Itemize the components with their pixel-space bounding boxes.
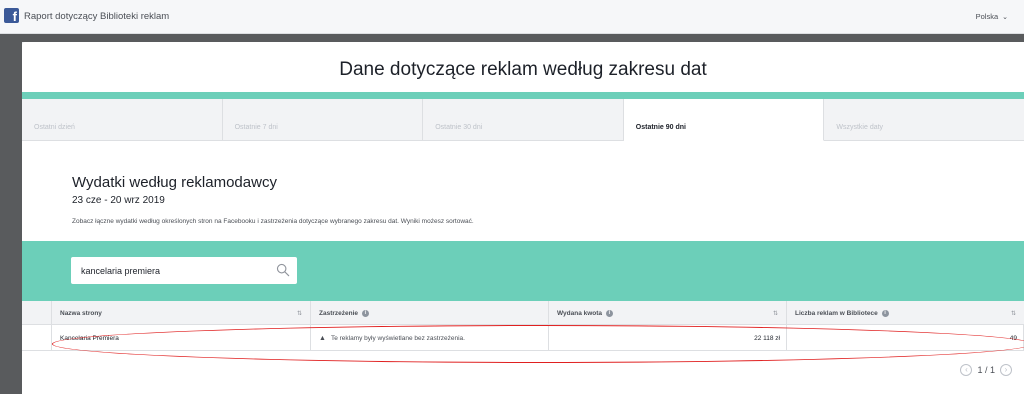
table-header: Nazwa strony ⇅ Zastrzeżenie i Wydana kwo… <box>22 301 1024 325</box>
page-indicator: 1 / 1 <box>977 365 995 375</box>
advertiser-spend-table: Nazwa strony ⇅ Zastrzeżenie i Wydana kwo… <box>22 301 1024 351</box>
report-card: Dane dotyczące reklam według zakresu dat… <box>22 42 1024 394</box>
prev-page-icon[interactable]: ‹ <box>960 364 973 376</box>
tab-last-30-days[interactable]: Ostatnie 30 dni <box>423 99 624 141</box>
pagination: ‹ 1 / 1 › <box>960 364 1012 376</box>
language-label: Polska <box>975 12 999 21</box>
date-range: 23 cze - 20 wrz 2019 <box>72 195 165 206</box>
column-header-label: Liczba reklam w Bibliotece <box>795 310 878 318</box>
app-title[interactable]: Raport dotyczący Biblioteki reklam <box>24 11 169 22</box>
date-range-tabs: Ostatni dzień Ostatnie 7 dni Ostatnie 30… <box>22 99 1024 141</box>
language-selector[interactable]: Polska ⌄ <box>976 12 1008 21</box>
backdrop-top <box>0 34 1024 42</box>
amount-cell: 22 118 zł <box>549 325 787 351</box>
accent-band <box>22 92 1024 99</box>
info-icon[interactable]: i <box>361 310 369 317</box>
table-header-spacer <box>22 301 52 325</box>
column-header-disclaimer[interactable]: Zastrzeżenie i <box>311 301 549 325</box>
table-row-spacer <box>22 325 52 351</box>
disclaimer-text: Te reklamy były wyświetlane bez zastrzeż… <box>330 335 465 342</box>
next-page-icon[interactable]: › <box>1000 364 1012 376</box>
info-icon[interactable]: i <box>881 310 889 317</box>
search-band <box>22 241 1024 301</box>
page-name-cell[interactable]: Kancelaria Premiera <box>52 325 311 351</box>
tab-last-7-days[interactable]: Ostatnie 7 dni <box>223 99 424 141</box>
sort-icon[interactable]: ⇅ <box>773 310 778 317</box>
column-header-label: Wydana kwota <box>557 310 603 318</box>
column-header-label: Zastrzeżenie <box>319 310 359 318</box>
sort-icon[interactable]: ⇅ <box>297 310 302 317</box>
facebook-logo-icon[interactable]: f <box>4 8 19 23</box>
column-header-label: Nazwa strony <box>60 310 102 317</box>
column-header-amount[interactable]: Wydana kwota i ⇅ <box>549 301 787 325</box>
top-bar: f Raport dotyczący Biblioteki reklam Pol… <box>0 0 1024 34</box>
search-icon[interactable] <box>276 263 290 277</box>
chevron-down-icon: ⌄ <box>1002 14 1008 21</box>
disclaimer-cell: ▲ Te reklamy były wyświetlane bez zastrze… <box>311 325 549 351</box>
section-description: Zobacz łączne wydatki według określonych… <box>72 218 474 225</box>
tab-last-day[interactable]: Ostatni dzień <box>22 99 223 141</box>
table-row[interactable]: Kancelaria Premiera ▲ Te reklamy były wyś… <box>22 325 1024 351</box>
search-input[interactable] <box>81 257 271 284</box>
search-box <box>71 257 297 284</box>
ad-count-cell[interactable]: 49 <box>787 325 1024 351</box>
warning-icon: ▲ <box>319 335 326 342</box>
info-icon[interactable]: i <box>605 310 613 317</box>
page-title: Dane dotyczące reklam według zakresu dat <box>339 59 707 80</box>
sort-icon[interactable]: ⇅ <box>1011 310 1016 317</box>
column-header-ad-count[interactable]: Liczba reklam w Bibliotece i ⇅ <box>787 301 1024 325</box>
tab-last-90-days[interactable]: Ostatnie 90 dni <box>623 99 825 141</box>
backdrop-left <box>0 34 22 394</box>
column-header-page-name[interactable]: Nazwa strony ⇅ <box>52 301 311 325</box>
section-title: Wydatki według reklamodawcy <box>72 174 277 191</box>
tab-all-dates[interactable]: Wszystkie daty <box>824 99 1024 141</box>
